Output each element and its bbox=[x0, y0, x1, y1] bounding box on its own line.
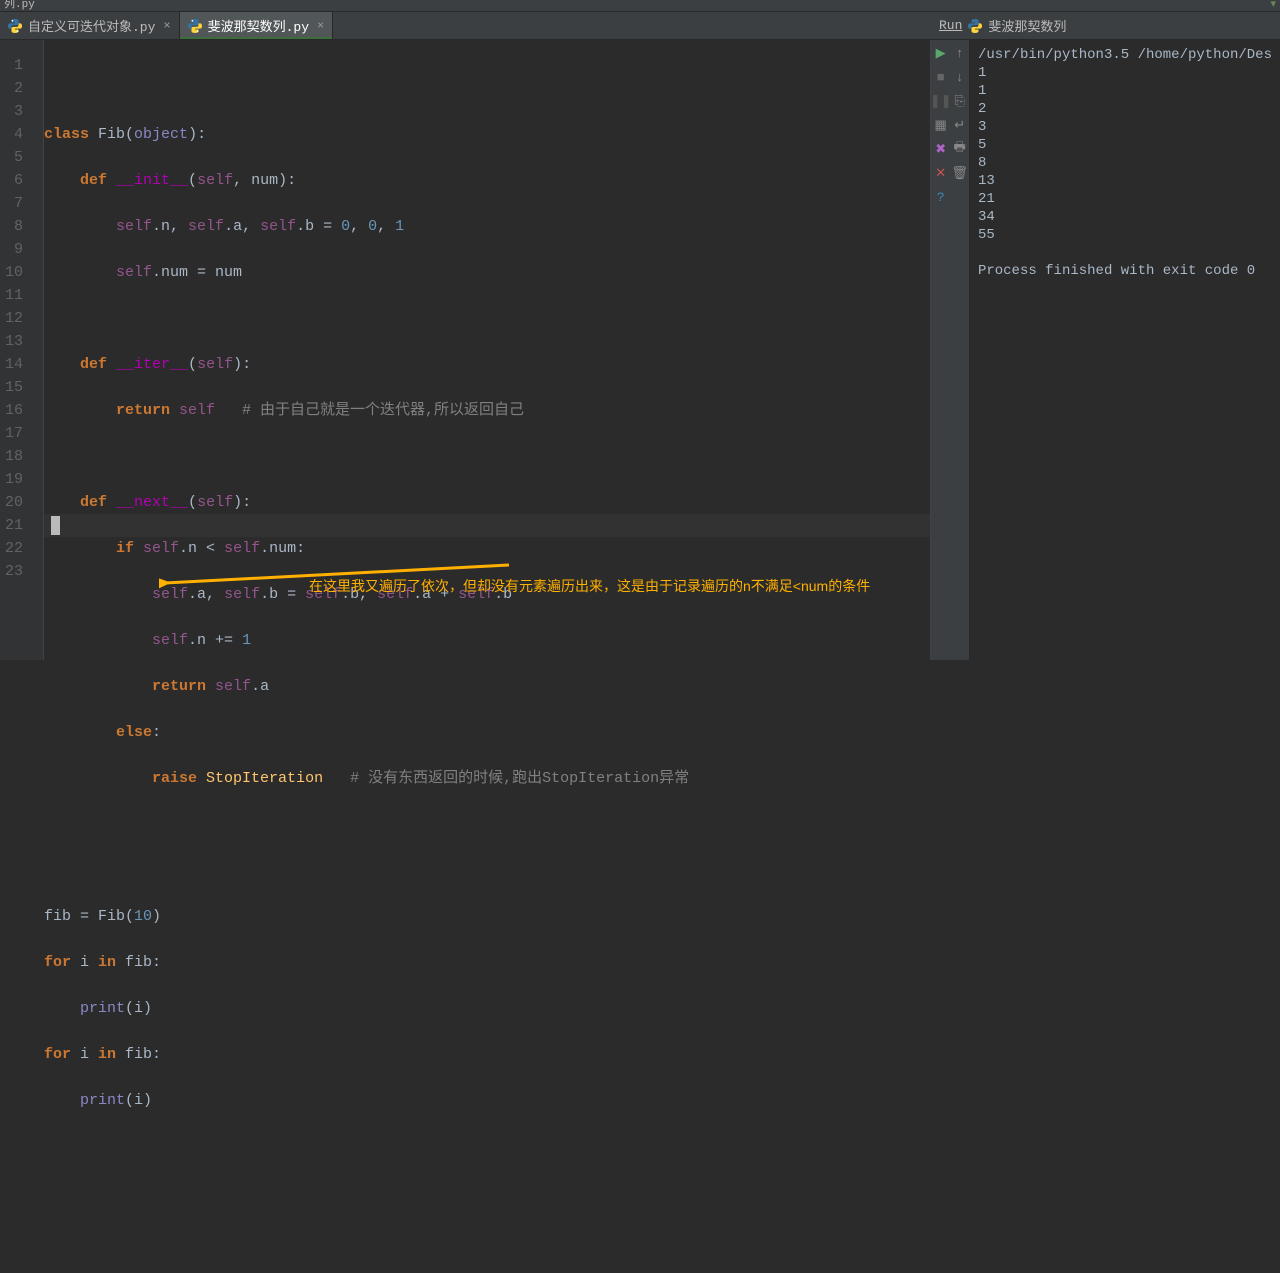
run-label: Run bbox=[939, 18, 962, 33]
code-line: print(i) bbox=[44, 997, 930, 1020]
tab-label: 自定义可迭代对象.py bbox=[28, 16, 155, 35]
run-toolbar-left: ▶ ■ ❚❚ ▦ ✖ ✕ ? bbox=[931, 40, 950, 660]
code-line: def __iter__(self): bbox=[44, 353, 930, 376]
line-number: 11 bbox=[0, 284, 23, 307]
layout-icon[interactable]: ▦ bbox=[932, 116, 950, 134]
code-line: self.n += 1 bbox=[44, 629, 930, 652]
python-icon bbox=[968, 19, 982, 33]
line-number: 10 bbox=[0, 261, 23, 284]
line-number: 14 bbox=[0, 353, 23, 376]
code-line: fib = Fib(10) bbox=[44, 905, 930, 928]
run-config-name: 斐波那契数列 bbox=[988, 16, 1066, 35]
line-number: 22 bbox=[0, 537, 23, 560]
code-line: class Fib(object): bbox=[44, 123, 930, 146]
code-editor[interactable]: 1 2 3 4 5 6 7 8 9 10 11 12 13 14 15 16 1… bbox=[0, 40, 930, 660]
close-icon[interactable]: ✕ bbox=[932, 164, 950, 182]
code-line bbox=[44, 813, 930, 836]
export-icon[interactable]: ⎘ bbox=[951, 92, 969, 110]
stop-icon[interactable]: ■ bbox=[932, 68, 950, 86]
line-number: 21 bbox=[0, 514, 23, 537]
python-icon bbox=[8, 19, 22, 33]
close-icon[interactable]: × bbox=[163, 19, 170, 33]
line-number: 18 bbox=[0, 445, 23, 468]
line-number: 19 bbox=[0, 468, 23, 491]
line-number: 2 bbox=[0, 77, 23, 100]
down-icon[interactable]: ↓ bbox=[951, 68, 969, 86]
code-line: def __init__(self, num): bbox=[44, 169, 930, 192]
line-number: 6 bbox=[0, 169, 23, 192]
rerun-icon[interactable]: ▶ bbox=[932, 44, 950, 62]
code-line: def __next__(self): bbox=[44, 491, 930, 514]
python-icon bbox=[188, 19, 202, 33]
line-number: 1 bbox=[0, 54, 23, 77]
annotation-text: 在这里我又遍历了依次，但却没有元素遍历出来，这是由于记录遍历的n不满足<num的… bbox=[309, 575, 870, 598]
line-number: 9 bbox=[0, 238, 23, 261]
code-line bbox=[44, 307, 930, 330]
print-icon[interactable]: 🖶 bbox=[951, 140, 969, 158]
code-line bbox=[44, 859, 930, 882]
line-number: 5 bbox=[0, 146, 23, 169]
line-number: 3 bbox=[0, 100, 23, 123]
console-output[interactable]: /usr/bin/python3.5 /home/python/Des 1 1 … bbox=[970, 40, 1280, 660]
trash-icon[interactable]: 🗑 bbox=[951, 164, 969, 182]
tab-label: 斐波那契数列.py bbox=[208, 16, 309, 35]
run-toolbar-right: ↑ ↓ ⎘ ↵ 🖶 🗑 bbox=[950, 40, 970, 660]
code-line: for i in fib: bbox=[44, 1043, 930, 1066]
caret bbox=[51, 516, 60, 535]
titlebar-fragment: 列.py ▾ bbox=[0, 0, 1280, 12]
wrap-icon[interactable]: ↵ bbox=[951, 116, 969, 134]
run-panel: Run 斐波那契数列 ▶ ■ ❚❚ ▦ ✖ ✕ ? ↑ ↓ ⎘ ↵ 🖶 🗑 bbox=[930, 40, 1280, 660]
code-line: self.n, self.a, self.b = 0, 0, 1 bbox=[44, 215, 930, 238]
code-line bbox=[44, 1135, 930, 1158]
line-number: 23 bbox=[0, 560, 23, 583]
line-number: 15 bbox=[0, 376, 23, 399]
line-number: 17 bbox=[0, 422, 23, 445]
line-gutter: 1 2 3 4 5 6 7 8 9 10 11 12 13 14 15 16 1… bbox=[0, 40, 44, 660]
pause-icon[interactable]: ❚❚ bbox=[932, 92, 950, 110]
code-line bbox=[44, 445, 930, 468]
help-icon[interactable]: ? bbox=[932, 188, 950, 206]
run-header: Run 斐波那契数列 bbox=[931, 12, 1280, 40]
line-number: 7 bbox=[0, 192, 23, 215]
line-number: 4 bbox=[0, 123, 23, 146]
up-icon[interactable]: ↑ bbox=[951, 44, 969, 62]
pin-icon[interactable]: ✖ bbox=[932, 140, 950, 158]
top-right-icon[interactable]: ▾ bbox=[1270, 0, 1276, 11]
line-number: 20 bbox=[0, 491, 23, 514]
current-line-highlight bbox=[44, 514, 930, 537]
code-line: return self # 由于自己就是一个迭代器,所以返回自己 bbox=[44, 399, 930, 422]
code-line: self.num = num bbox=[44, 261, 930, 284]
code-area[interactable]: class Fib(object): def __init__(self, nu… bbox=[44, 40, 930, 660]
line-number: 8 bbox=[0, 215, 23, 238]
tab-file-2[interactable]: 斐波那契数列.py × bbox=[180, 12, 334, 39]
code-line: else: bbox=[44, 721, 930, 744]
code-line: for i in fib: bbox=[44, 951, 930, 974]
top-left-text: 列.py bbox=[4, 0, 35, 11]
line-number: 12 bbox=[0, 307, 23, 330]
code-line: return self.a bbox=[44, 675, 930, 698]
tab-file-1[interactable]: 自定义可迭代对象.py × bbox=[0, 12, 180, 39]
code-line: print(i) bbox=[44, 1089, 930, 1112]
code-line: raise StopIteration # 没有东西返回的时候,跑出StopIt… bbox=[44, 767, 930, 790]
code-line: if self.n < self.num: bbox=[44, 537, 930, 560]
close-icon[interactable]: × bbox=[317, 19, 324, 33]
line-number: 13 bbox=[0, 330, 23, 353]
line-number: 16 bbox=[0, 399, 23, 422]
